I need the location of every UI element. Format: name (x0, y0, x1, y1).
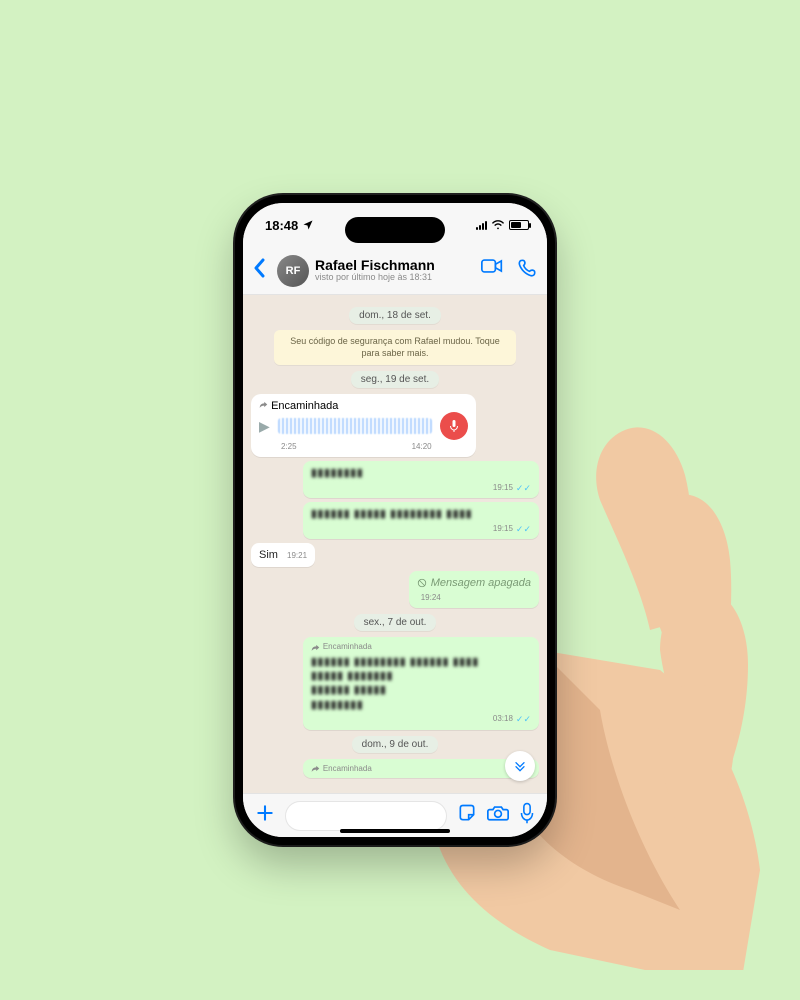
deleted-label: Mensagem apagada (431, 576, 531, 590)
battery-icon (509, 220, 529, 230)
message-sent[interactable]: Encaminhada (303, 759, 539, 778)
chat-scroll-area[interactable]: dom., 18 de set. Seu código de segurança… (243, 295, 547, 793)
contact-avatar[interactable]: RF (277, 255, 309, 287)
mic-icon (519, 802, 535, 824)
forward-icon (311, 643, 320, 652)
voice-waveform[interactable] (278, 418, 432, 434)
cellular-signal-icon (476, 220, 487, 230)
message-time: 03:18 (493, 714, 513, 724)
date-separator: dom., 18 de set. (349, 307, 441, 324)
wifi-icon (491, 220, 505, 230)
message-sent[interactable]: Encaminhada ▮▮▮▮▮▮ ▮▮▮▮▮▮▮▮ ▮▮▮▮▮▮ ▮▮▮▮ … (303, 637, 539, 729)
home-indicator (340, 829, 450, 833)
message-text: ▮▮▮▮▮▮ ▮▮▮▮▮ (311, 683, 531, 697)
forwarded-label: Encaminhada (311, 764, 531, 774)
contact-name: Rafael Fischmann (315, 258, 475, 273)
camera-button[interactable] (487, 804, 509, 827)
voice-timestamp: 14:20 (412, 442, 432, 451)
voice-message[interactable]: Encaminhada ▶ 2:25 14:20 (251, 394, 476, 457)
message-text: ▮▮▮▮▮▮ ▮▮▮▮▮ ▮▮▮▮▮▮▮▮ ▮▮▮▮ (311, 507, 531, 521)
chevron-left-icon (253, 258, 267, 278)
chevron-down-double-icon (512, 758, 528, 774)
attach-button[interactable] (255, 803, 275, 828)
forward-icon (259, 400, 268, 409)
phone-icon (517, 258, 537, 278)
voice-mic-avatar (440, 412, 468, 440)
voice-play-button[interactable]: ▶ (259, 418, 270, 435)
message-time: 19:21 (287, 551, 307, 560)
phone-screen: 18:48 RF Rafael Fischmann visto por últi… (243, 203, 547, 837)
message-time: 19:15 (493, 483, 513, 493)
voice-call-button[interactable] (517, 258, 537, 283)
dynamic-island (345, 217, 445, 243)
message-text: ▮▮▮▮▮▮ ▮▮▮▮▮▮▮▮ ▮▮▮▮▮▮ ▮▮▮▮ (311, 655, 531, 669)
message-text: ▮▮▮▮▮ ▮▮▮▮▮▮▮ (311, 669, 531, 683)
security-notice[interactable]: Seu código de segurança com Rafael mudou… (274, 330, 516, 365)
video-call-button[interactable] (481, 258, 503, 283)
sticker-button[interactable] (457, 803, 477, 828)
message-sent[interactable]: ▮▮▮▮▮▮▮▮ 19:15✓✓ (303, 461, 539, 498)
scroll-to-bottom-button[interactable] (505, 751, 535, 781)
read-ticks-icon: ✓✓ (516, 524, 531, 536)
message-text: ▮▮▮▮▮▮▮▮ (311, 466, 531, 480)
message-time: 19:24 (421, 593, 441, 602)
message-text: ▮▮▮▮▮▮▮▮ (311, 698, 531, 712)
blocked-icon (417, 578, 427, 588)
chat-header: RF Rafael Fischmann visto por último hoj… (243, 247, 547, 295)
voice-duration: 2:25 (281, 442, 297, 451)
forward-icon (311, 764, 320, 773)
contact-last-seen: visto por último hoje às 18:31 (315, 273, 475, 283)
date-separator: seg., 19 de set. (351, 371, 439, 388)
date-separator: sex., 7 de out. (354, 614, 437, 631)
date-separator: dom., 9 de out. (352, 736, 439, 753)
location-arrow-icon (302, 219, 314, 231)
sticker-icon (457, 803, 477, 823)
message-received[interactable]: Sim 19:21 (251, 543, 315, 566)
message-sent[interactable]: ▮▮▮▮▮▮ ▮▮▮▮▮ ▮▮▮▮▮▮▮▮ ▮▮▮▮ 19:15✓✓ (303, 502, 539, 539)
message-input[interactable] (285, 801, 447, 831)
read-ticks-icon: ✓✓ (516, 714, 531, 726)
read-ticks-icon: ✓✓ (516, 483, 531, 495)
video-icon (481, 258, 503, 274)
message-time: 19:15 (493, 524, 513, 534)
contact-title[interactable]: Rafael Fischmann visto por último hoje à… (315, 258, 475, 283)
status-time: 18:48 (265, 218, 298, 233)
camera-icon (487, 804, 509, 822)
forwarded-label: Encaminhada (259, 400, 468, 412)
mic-button[interactable] (519, 802, 535, 829)
forwarded-label: Encaminhada (311, 642, 531, 652)
message-deleted[interactable]: Mensagem apagada 19:24 (409, 571, 539, 609)
message-text: Sim (259, 549, 278, 561)
back-button[interactable] (253, 258, 271, 284)
plus-icon (255, 803, 275, 823)
phone-frame: 18:48 RF Rafael Fischmann visto por últi… (235, 195, 555, 845)
mic-icon (448, 419, 460, 433)
